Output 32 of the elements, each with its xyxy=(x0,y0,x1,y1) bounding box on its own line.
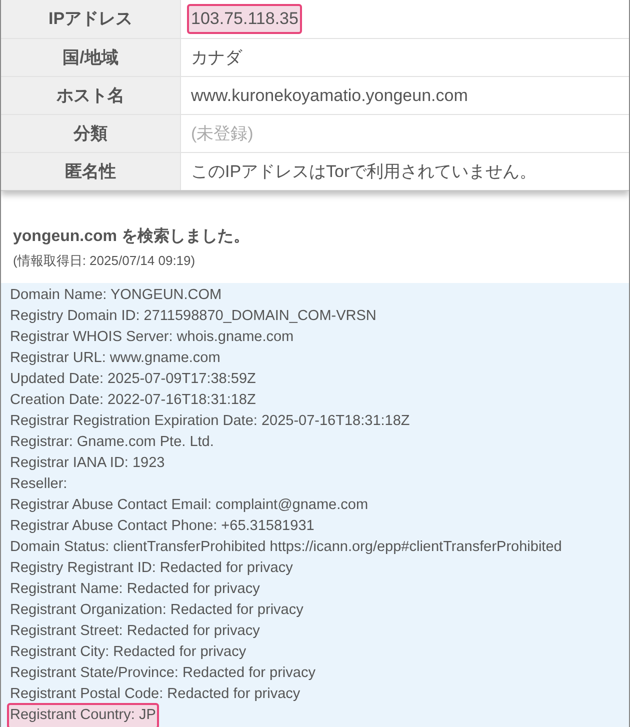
whois-line: Registrant State/Province: Redacted for privacy xyxy=(9,664,316,684)
whois-line: Registrant Postal Code: Redacted for privacy xyxy=(9,685,302,704)
row-value: (未登録) xyxy=(190,122,254,145)
whois-line: Registrant City: Redacted for privacy xyxy=(9,643,248,662)
row-value: カナダ xyxy=(190,46,244,69)
whois-line: Creation Date: 2022-07-16T18:31:18Z xyxy=(9,391,257,410)
row-label: IPアドレス xyxy=(1,0,181,38)
whois-line: Updated Date: 2025-07-09T17:38:59Z xyxy=(9,370,257,390)
whois-line: Registry Registrant ID: Redacted for privacy xyxy=(9,559,294,578)
whois-line: Registrant Street: Redacted for privacy xyxy=(9,622,261,642)
whois-line: Registrant Name: Redacted for privacy xyxy=(9,580,261,600)
row-value: 103.75.118.35 xyxy=(187,4,302,34)
whois-line: Reseller: xyxy=(9,475,68,494)
whois-line: Registrar WHOIS Server: whois.gname.com xyxy=(9,328,295,348)
whois-line: Domain Name: YONGEUN.COM xyxy=(9,286,223,306)
row-label: 分類 xyxy=(1,115,181,152)
whois-line: Registrar IANA ID: 1923 xyxy=(9,454,166,474)
whois-line: Registrar Abuse Contact Email: complaint@gname.com xyxy=(9,496,370,516)
search-result-title: yongeun.com を検索しました。 xyxy=(13,226,250,247)
row-value: www.kuronekoyamatio.yongeun.com xyxy=(190,84,469,107)
whois-line: Registrar Registration Expiration Date: 2025-07-16T18:31:18Z xyxy=(9,412,411,432)
row-value: このIPアドレスはTorで利用されていません。 xyxy=(190,160,538,183)
row-label: 匿名性 xyxy=(1,153,181,190)
whois-line: Registrant Organization: Redacted for privacy xyxy=(9,601,304,620)
fetch-date: (情報取得日: 2025/07/14 09:19) xyxy=(13,252,196,270)
whois-line: Registrar Abuse Contact Phone: +65.31581931 xyxy=(9,517,316,536)
whois-line: Registrar URL: www.gname.com xyxy=(9,349,222,368)
whois-line: Registrar: Gname.com Pte. Ltd. xyxy=(9,433,215,452)
row-label: ホスト名 xyxy=(1,77,181,114)
whois-line: Registry Domain ID: 2711598870_DOMAIN_COM-VRSN xyxy=(9,307,378,326)
row-label: 国/地域 xyxy=(1,39,181,76)
whois-line: Domain Status: clientTransferProhibited https://icann.org/epp#clientTransferProhibited xyxy=(9,538,563,558)
